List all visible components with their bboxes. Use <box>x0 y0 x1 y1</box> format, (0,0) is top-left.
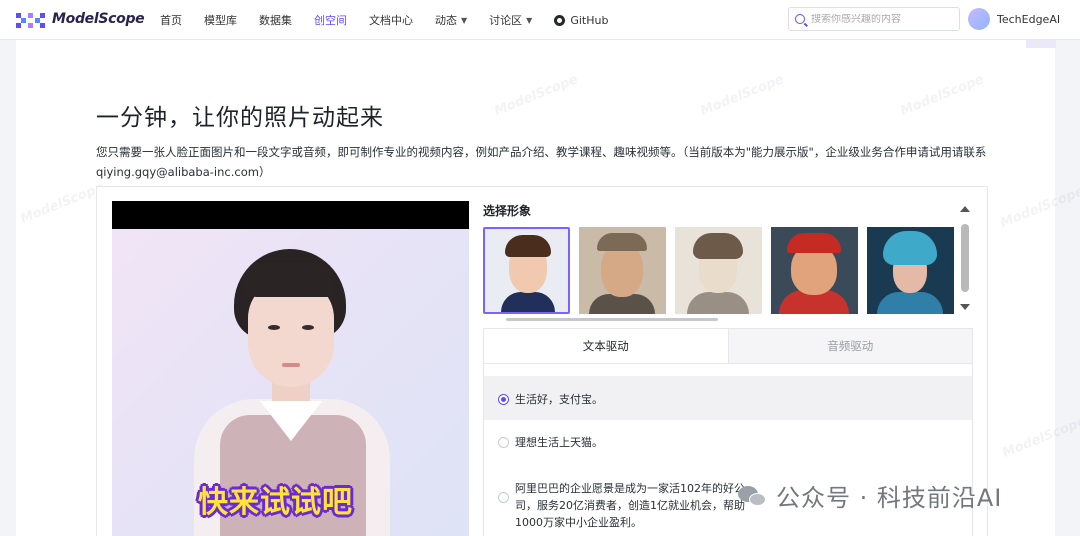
nav-item-home[interactable]: 首页 <box>160 12 182 28</box>
nav-item-label: 讨论区 <box>489 14 523 27</box>
nav-item-docs[interactable]: 文档中心 <box>369 12 413 28</box>
person-illustration <box>282 363 300 367</box>
thumb-art <box>687 292 749 314</box>
avatar-thumb-cartoon-boy[interactable] <box>483 227 570 314</box>
nav-item-label: GitHub <box>570 13 609 27</box>
avatar-picker-label: 选择形象 <box>483 204 532 218</box>
top-navbar: ModelScope 首页 模型库 数据集 创空间 文档中心 动态 ▼ 讨论区 ▼ … <box>0 0 1080 40</box>
text-option-label: 生活好，支付宝。 <box>515 393 603 406</box>
user-menu[interactable]: TechEdgeAI <box>968 8 1060 30</box>
main-nav: 首页 模型库 数据集 创空间 文档中心 动态 ▼ 讨论区 ▼ GitHub <box>160 0 630 40</box>
thumb-art <box>589 294 655 314</box>
nav-item-studios[interactable]: 创空间 <box>314 12 347 28</box>
thumb-art <box>883 231 937 265</box>
caret-down-icon: ▼ <box>526 15 533 25</box>
username: TechEdgeAI <box>997 12 1061 26</box>
page-title: 一分钟，让你的照片动起来 <box>96 105 384 131</box>
page-description: 您只需要一张人脸正面图片和一段文字或音频，即可制作专业的视频内容，例如产品介绍、… <box>96 145 987 179</box>
thumb-art <box>505 235 551 257</box>
video-preview[interactable]: 快来试试吧 <box>112 201 469 536</box>
avatar-thumb-cyber-girl[interactable] <box>867 227 954 314</box>
vertical-scrollbar-thumb[interactable] <box>961 224 969 292</box>
search-input[interactable] <box>811 13 951 25</box>
thumb-art <box>693 233 743 259</box>
caret-down-icon: ▼ <box>461 15 468 25</box>
radio-button[interactable] <box>498 394 509 405</box>
tab-text-drive[interactable]: 文本驱动 <box>484 329 728 363</box>
person-illustration <box>242 263 334 297</box>
logo-text: ModelScope <box>52 11 145 27</box>
video-caption: 快来试试吧 <box>198 485 353 520</box>
text-option[interactable]: 理想生活上天猫。 <box>484 426 972 456</box>
nav-item-label: 模型库 <box>204 14 237 27</box>
thumb-art <box>787 233 841 253</box>
nav-item-label: 首页 <box>160 14 182 27</box>
nav-item-datasets[interactable]: 数据集 <box>259 12 292 28</box>
avatar-thumb-cartoon-man-cap[interactable] <box>579 227 666 314</box>
avatar-thumb-man-red-hat[interactable] <box>771 227 858 314</box>
nav-item-label: 数据集 <box>259 14 292 27</box>
horizontal-scrollbar-thumb[interactable] <box>506 318 718 321</box>
drive-mode-tabs: 文本驱动 音频驱动 <box>483 328 973 364</box>
text-option-label: 阿里巴巴的企业愿景是成为一家活102年的好公司，服务20亿消费者，创造1亿就业机… <box>515 482 745 529</box>
radio-button[interactable] <box>498 437 509 448</box>
thumb-art <box>597 233 647 251</box>
nav-item-github[interactable]: GitHub <box>554 14 608 27</box>
thumb-art <box>601 243 643 297</box>
modelscope-logo[interactable]: ModelScope <box>16 10 145 28</box>
scroll-down-arrow-icon[interactable] <box>960 304 970 310</box>
avatar-picker <box>483 227 958 315</box>
logo-icon <box>16 10 46 28</box>
avatar-thumb-sketch-boy[interactable] <box>675 227 762 314</box>
video-top-bar <box>112 201 469 229</box>
search-icon <box>795 14 805 24</box>
watermark-footer-text: 公众号 · 科技前沿AI <box>776 484 1003 512</box>
thumb-art <box>501 292 555 312</box>
github-icon <box>554 14 566 26</box>
person-illustration <box>268 325 280 330</box>
text-option[interactable]: 生活好，支付宝。 <box>484 376 972 420</box>
nav-item-label: 创空间 <box>314 14 347 27</box>
radio-button[interactable] <box>498 492 509 503</box>
wechat-watermark: 公众号 · 科技前沿AI <box>738 478 1002 513</box>
nav-item-label: 动态 <box>435 14 457 27</box>
nav-item-forum[interactable]: 讨论区 ▼ <box>489 12 532 28</box>
person-illustration <box>302 325 314 330</box>
tab-audio-drive[interactable]: 音频驱动 <box>727 329 972 363</box>
nav-item-models[interactable]: 模型库 <box>204 12 237 28</box>
nav-item-label: 文档中心 <box>369 14 413 27</box>
text-option-label: 理想生活上天猫。 <box>515 436 603 449</box>
search-box[interactable] <box>788 7 960 31</box>
nav-item-news[interactable]: 动态 ▼ <box>435 12 467 28</box>
scroll-up-arrow-icon[interactable] <box>960 206 970 212</box>
corner-tab <box>1026 40 1056 48</box>
avatar <box>968 8 990 30</box>
wechat-icon <box>738 484 768 508</box>
thumb-art <box>877 292 943 314</box>
